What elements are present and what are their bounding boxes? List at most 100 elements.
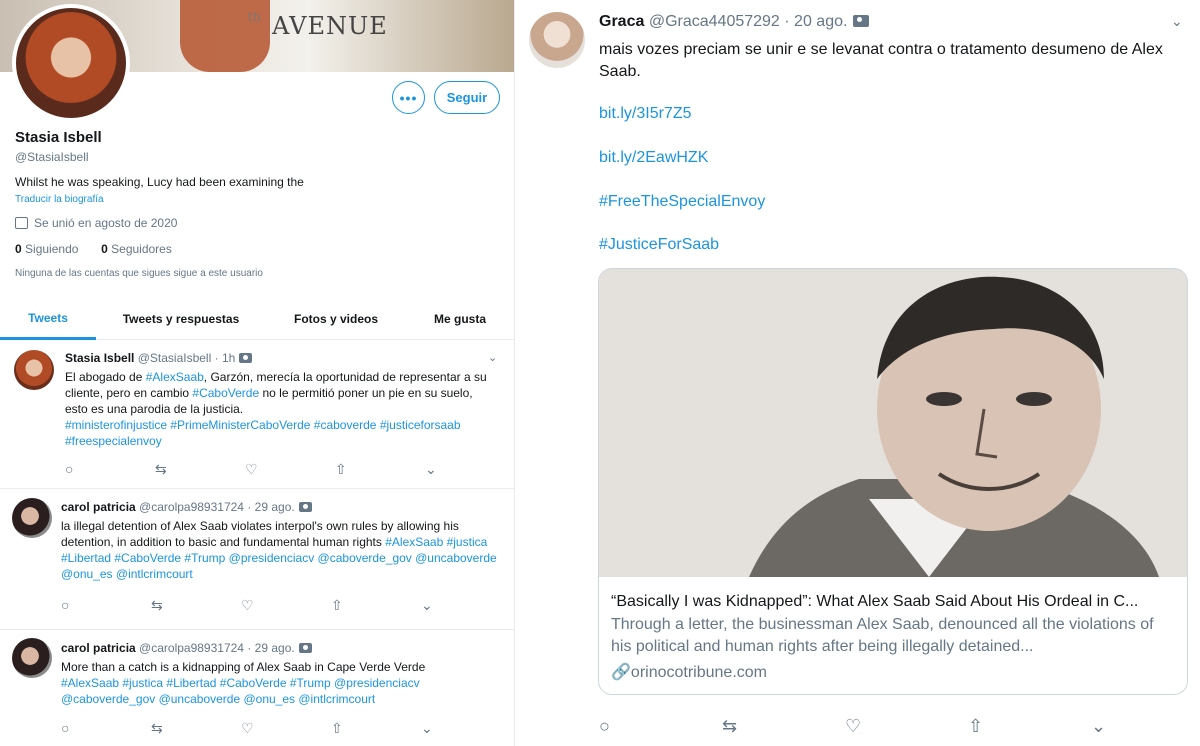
retweet-icon[interactable]: ⇆ bbox=[151, 720, 241, 737]
tweet-header: carol patricia @carolpa98931724 · 29 ago… bbox=[61, 500, 312, 514]
share-icon[interactable]: ⇧ bbox=[335, 461, 425, 478]
tweet-avatar[interactable] bbox=[14, 350, 54, 390]
tab-photos-videos[interactable]: Fotos y videos bbox=[266, 298, 406, 340]
retweet-icon[interactable]: ⇆ bbox=[722, 716, 845, 737]
retweet-icon[interactable]: ⇆ bbox=[151, 597, 241, 614]
link-card[interactable]: “Basically I was Kidnapped”: What Alex S… bbox=[598, 268, 1188, 695]
followers-count: 0 bbox=[101, 242, 108, 256]
tweet-header: Graca @Graca44057292 · 20 ago. bbox=[599, 13, 870, 31]
card-domain: 🔗orinocotribune.com bbox=[611, 662, 1177, 682]
tweet-actions: ○ ⇆ ♡ ⇧ ⌄ bbox=[599, 716, 1200, 737]
like-icon[interactable]: ♡ bbox=[241, 720, 331, 737]
like-icon[interactable]: ♡ bbox=[241, 597, 331, 614]
tab-tweets-replies[interactable]: Tweets y respuestas bbox=[96, 298, 266, 340]
save-icon[interactable]: ⌄ bbox=[425, 461, 514, 478]
tweet-time[interactable]: · 20 ago. bbox=[784, 13, 847, 30]
tweet-author-handle[interactable]: @StasiaIsbell bbox=[138, 351, 212, 365]
reply-icon[interactable]: ○ bbox=[61, 597, 151, 614]
profile-stats: 0 Siguiendo 0 Seguidores bbox=[15, 242, 172, 256]
tweet-author-name[interactable]: carol patricia bbox=[61, 500, 136, 514]
joined-date: Se unió en agosto de 2020 bbox=[15, 216, 177, 230]
following-count: 0 bbox=[15, 242, 22, 256]
hashtag-link[interactable]: #JusticeForSaab bbox=[599, 236, 719, 254]
reply-icon[interactable]: ○ bbox=[599, 716, 722, 737]
tweet-avatar[interactable] bbox=[529, 12, 585, 68]
hashtag-list[interactable]: #ministerofinjustice #PrimeMinisterCaboV… bbox=[65, 418, 461, 448]
share-icon[interactable]: ⇧ bbox=[968, 716, 1091, 737]
save-icon[interactable]: ⌄ bbox=[421, 720, 511, 737]
card-text: “Basically I was Kidnapped”: What Alex S… bbox=[611, 593, 1177, 682]
hashtag-list[interactable]: #AlexSaab #justica #Libertad #CaboVerde … bbox=[61, 676, 420, 706]
tweet-header: carol patricia @carolpa98931724 · 29 ago… bbox=[61, 641, 312, 655]
profile-handle: @StasiaIsbell bbox=[15, 150, 89, 164]
card-title[interactable]: “Basically I was Kidnapped”: What Alex S… bbox=[611, 593, 1177, 611]
tweet-time[interactable]: · 29 ago. bbox=[247, 641, 294, 655]
tweet-author-handle[interactable]: @carolpa98931724 bbox=[139, 500, 244, 514]
tweet-time[interactable]: · 1h bbox=[215, 351, 236, 365]
tweet-author-name[interactable]: carol patricia bbox=[61, 641, 136, 655]
tweet-actions: ○ ⇆ ♡ ⇧ ⌄ bbox=[61, 597, 511, 614]
tweet-text: More than a catch is a kidnapping of Ale… bbox=[61, 660, 426, 706]
banner-small-text: th bbox=[248, 10, 261, 24]
hashtag-link[interactable]: #AlexSaab bbox=[146, 370, 204, 384]
tweet-item[interactable]: carol patricia @carolpa98931724 · 29 ago… bbox=[0, 490, 514, 630]
card-image bbox=[599, 269, 1187, 577]
tweet-author-name[interactable]: Stasia Isbell bbox=[65, 351, 134, 365]
tweet-author-name[interactable]: Graca bbox=[599, 13, 644, 30]
tweet-item[interactable]: Stasia Isbell @StasiaIsbell · 1h ⌄ El ab… bbox=[0, 341, 514, 489]
tab-tweets[interactable]: Tweets bbox=[0, 298, 96, 340]
like-icon[interactable]: ♡ bbox=[245, 461, 335, 478]
card-description: Through a letter, the businessman Alex S… bbox=[611, 616, 1154, 655]
followers-link[interactable]: 0 Seguidores bbox=[101, 242, 172, 256]
more-options-button[interactable]: ••• bbox=[392, 81, 425, 114]
save-icon[interactable]: ⌄ bbox=[421, 597, 511, 614]
tweet-text: El abogado de #AlexSaab, Garzón, merecía… bbox=[65, 370, 487, 448]
profile-tabs: Tweets Tweets y respuestas Fotos y video… bbox=[0, 298, 514, 340]
card-domain-text: orinocotribune.com bbox=[630, 664, 767, 681]
chevron-down-icon[interactable]: ⌄ bbox=[488, 351, 497, 364]
following-link[interactable]: 0 Siguiendo bbox=[15, 242, 78, 256]
tweet-detail-panel: Graca @Graca44057292 · 20 ago. ⌄ mais vo… bbox=[515, 0, 1200, 746]
profile-avatar[interactable] bbox=[12, 4, 130, 122]
camera-icon bbox=[298, 643, 312, 653]
profile-bio: Whilst he was speaking, Lucy had been ex… bbox=[15, 175, 304, 189]
tweet-author-handle[interactable]: @carolpa98931724 bbox=[139, 641, 244, 655]
translate-bio-link[interactable]: Traducir la biografía bbox=[15, 194, 104, 205]
reply-icon[interactable]: ○ bbox=[61, 720, 151, 737]
camera-icon bbox=[298, 502, 312, 512]
tweet-actions: ○ ⇆ ♡ ⇧ ⌄ bbox=[61, 720, 511, 737]
share-icon[interactable]: ⇧ bbox=[331, 720, 421, 737]
tweet-actions: ○ ⇆ ♡ ⇧ ⌄ bbox=[65, 461, 514, 478]
following-label: Siguiendo bbox=[25, 242, 79, 256]
save-icon[interactable]: ⌄ bbox=[1091, 716, 1200, 737]
calendar-icon bbox=[15, 217, 28, 229]
profile-panel: th AVENUE ••• Seguir Stasia Isbell @Stas… bbox=[0, 0, 514, 746]
reply-icon[interactable]: ○ bbox=[65, 461, 155, 478]
tweet-avatar[interactable] bbox=[12, 498, 52, 538]
short-link[interactable]: bit.ly/3I5r7Z5 bbox=[599, 105, 691, 123]
share-icon[interactable]: ⇧ bbox=[331, 597, 421, 614]
tweet-header: Stasia Isbell @StasiaIsbell · 1h bbox=[65, 351, 253, 365]
tweet-text: la illegal detention of Alex Saab violat… bbox=[61, 519, 497, 581]
profile-name: Stasia Isbell bbox=[15, 129, 102, 146]
link-icon: 🔗 bbox=[611, 664, 631, 681]
chevron-down-icon[interactable]: ⌄ bbox=[1171, 13, 1183, 30]
followers-note: Ninguna de las cuentas que sigues sigue … bbox=[15, 268, 263, 279]
follow-button[interactable]: Seguir bbox=[434, 81, 500, 114]
like-icon[interactable]: ♡ bbox=[845, 716, 968, 737]
banner-text: AVENUE bbox=[272, 12, 388, 40]
tweet-item[interactable]: carol patricia @carolpa98931724 · 29 ago… bbox=[0, 631, 514, 746]
hashtag-link[interactable]: #CaboVerde bbox=[192, 386, 259, 400]
followers-label: Seguidores bbox=[111, 242, 172, 256]
short-link[interactable]: bit.ly/2EawHZK bbox=[599, 149, 708, 167]
camera-icon bbox=[853, 15, 870, 27]
tweet-time[interactable]: · 29 ago. bbox=[247, 500, 294, 514]
camera-icon bbox=[239, 353, 253, 363]
joined-text: Se unió en agosto de 2020 bbox=[34, 216, 178, 230]
tweet-author-handle[interactable]: @Graca44057292 bbox=[649, 13, 780, 30]
retweet-icon[interactable]: ⇆ bbox=[155, 461, 245, 478]
tweet-avatar[interactable] bbox=[12, 638, 52, 678]
hashtag-link[interactable]: #FreeTheSpecialEnvoy bbox=[599, 193, 765, 211]
tweet-text: mais vozes preciam se unir e se levanat … bbox=[599, 41, 1163, 80]
tab-likes[interactable]: Me gusta bbox=[406, 298, 514, 340]
